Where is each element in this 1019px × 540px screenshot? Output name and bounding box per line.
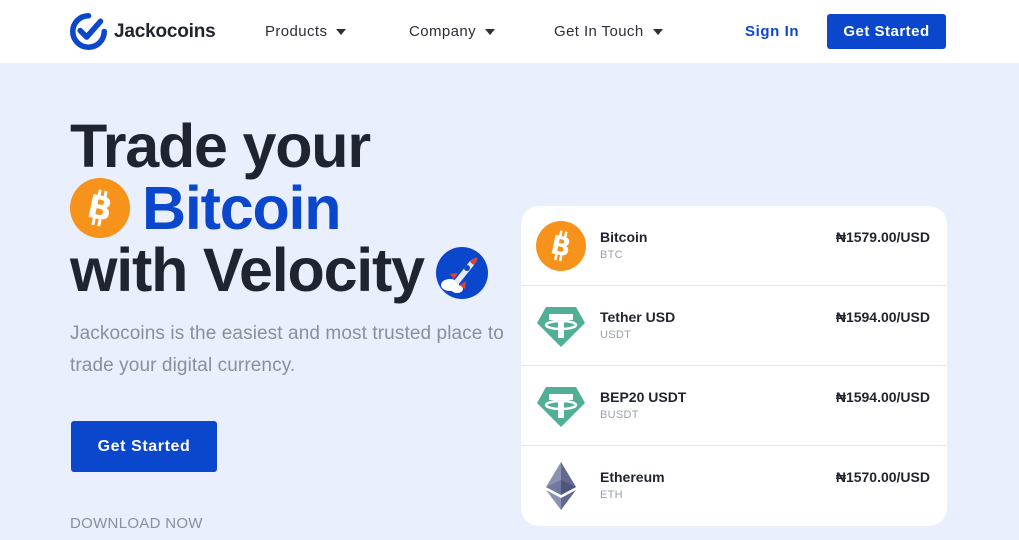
tether-icon: [537, 387, 585, 427]
coin-symbol: USDT: [600, 329, 632, 341]
nav-company-label: Company: [409, 23, 476, 40]
coin-symbol: BTC: [600, 249, 623, 261]
rate-row-ethereum[interactable]: Ethereum ETH ₦1570.00/USD: [521, 446, 947, 526]
coin-price: ₦1579.00/USD: [835, 229, 930, 245]
hero-heading-line-3: with Velocity: [70, 239, 488, 301]
nav-products-label: Products: [265, 23, 328, 40]
coin-price: ₦1594.00/USD: [835, 389, 930, 405]
rate-row-bitcoin[interactable]: B Bitcoin BTC ₦1579.00/USD: [521, 206, 947, 286]
coin-name: BEP20 USDT: [600, 389, 687, 405]
caret-down-icon: [336, 28, 347, 35]
coin-name: Bitcoin: [600, 229, 648, 245]
jackocoins-check-logo-icon: [70, 13, 107, 50]
hero-heading-line-2: B Bitcoin: [70, 174, 342, 242]
crypto-rates-card: B Bitcoin BTC ₦1579.00/USD Tether USD US…: [521, 206, 947, 526]
rate-row-bep20-usdt[interactable]: BEP20 USDT BUSDT ₦1594.00/USD: [521, 366, 947, 446]
rate-row-tether-usd[interactable]: Tether USD USDT ₦1594.00/USD: [521, 286, 947, 366]
download-now-label: DOWNLOAD NOW: [70, 515, 203, 532]
tether-icon: [537, 307, 585, 347]
hero-subtitle: Jackocoins is the easiest and most trust…: [70, 323, 504, 376]
hero-heading-accent: Bitcoin: [142, 174, 342, 242]
nav-get-started-button[interactable]: Get Started: [827, 14, 946, 49]
nav-products-dropdown[interactable]: Products: [265, 23, 347, 40]
hero-get-started-button[interactable]: Get Started: [71, 421, 217, 472]
coin-symbol: BUSDT: [600, 409, 639, 421]
brand-name: Jackocoins: [114, 20, 216, 42]
ethereum-icon: [546, 462, 576, 510]
coin-name: Tether USD: [600, 309, 676, 325]
coin-symbol: ETH: [600, 489, 623, 501]
nav-get-in-touch-dropdown[interactable]: Get In Touch: [554, 23, 663, 40]
bitcoin-icon: B: [536, 221, 586, 271]
rocket-icon: [435, 247, 488, 299]
bitcoin-icon: B: [70, 178, 130, 238]
brand-logo[interactable]: Jackocoins: [70, 13, 216, 50]
caret-down-icon: [652, 28, 663, 35]
sign-in-link[interactable]: Sign In: [745, 23, 799, 40]
top-navbar: Jackocoins Products Company Get In Touch…: [0, 0, 1019, 63]
nav-get-in-touch-label: Get In Touch: [554, 23, 644, 40]
caret-down-icon: [485, 28, 495, 35]
hero-heading-line-1: Trade your: [70, 112, 371, 180]
coin-price: ₦1594.00/USD: [835, 309, 930, 325]
coin-price: ₦1570.00/USD: [835, 469, 930, 485]
coin-name: Ethereum: [600, 469, 665, 485]
nav-company-dropdown[interactable]: Company: [409, 23, 495, 40]
